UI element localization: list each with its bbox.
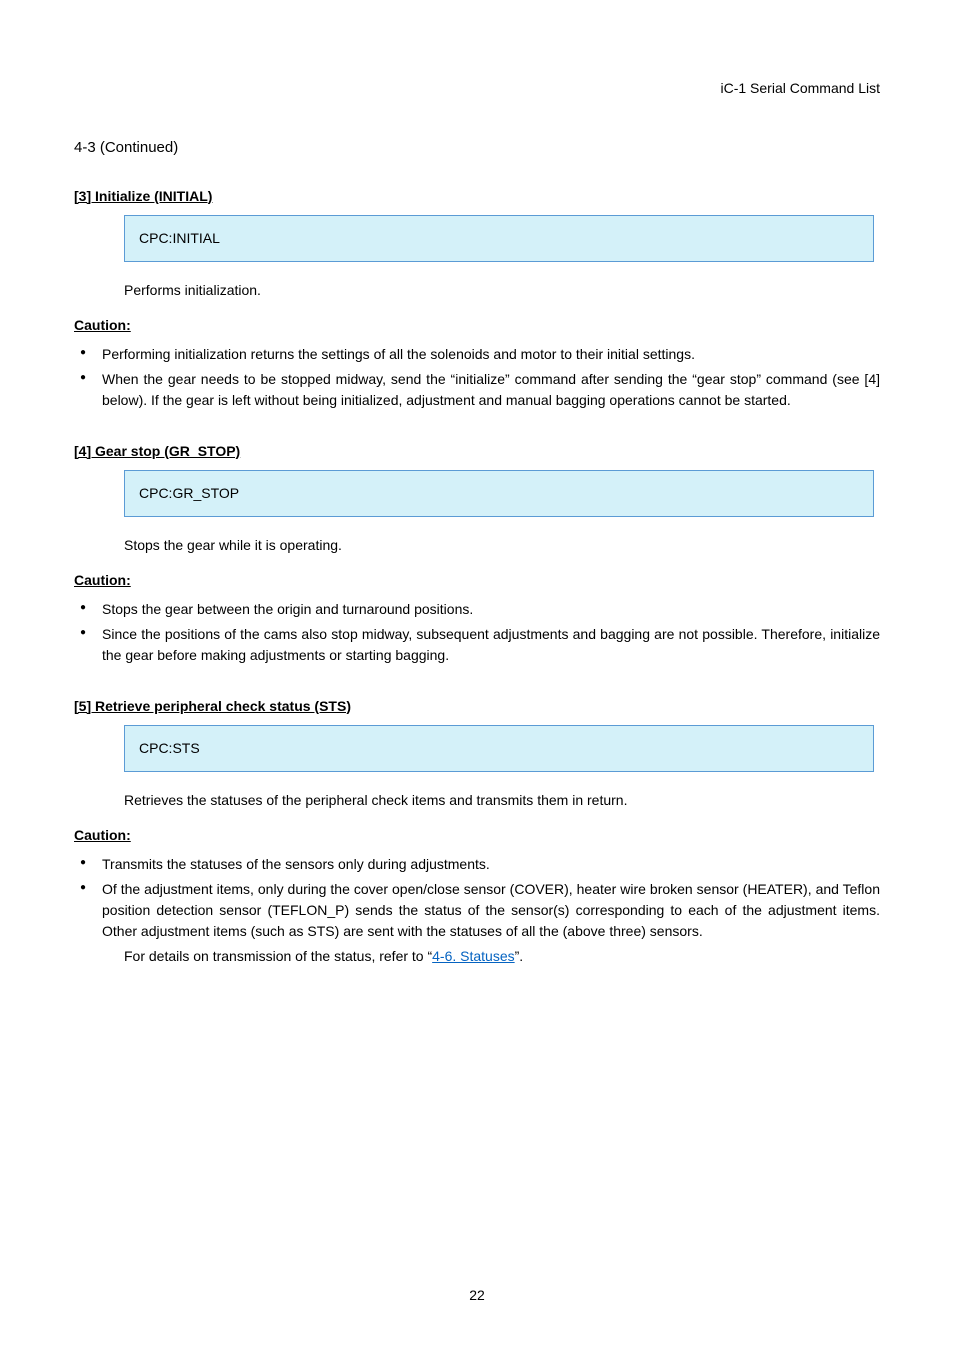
section-chain: 4-3 (Continued) <box>74 137 880 160</box>
command-block-initialize: [3] Initialize (INITIAL) CPC:INITIAL Per… <box>74 186 880 411</box>
command-description: Stops the gear while it is operating. <box>124 535 874 556</box>
caution-list: Performing initialization returns the se… <box>74 344 880 411</box>
list-item: Since the positions of the cams also sto… <box>74 624 880 666</box>
command-heading: [5] Retrieve peripheral check status (ST… <box>74 696 880 717</box>
page-number: 22 <box>0 1285 954 1306</box>
caution-list: Stops the gear between the origin and tu… <box>74 599 880 666</box>
list-item: Of the adjustment items, only during the… <box>74 879 880 942</box>
command-block-gear-stop: [4] Gear stop (GR_STOP) CPC:GR_STOP Stop… <box>74 441 880 666</box>
command-description: Performs initialization. <box>124 280 874 301</box>
status-link[interactable]: 4-6. Statuses <box>432 948 515 964</box>
command-syntax-box: CPC:INITIAL <box>124 215 874 262</box>
caution-heading: Caution: <box>74 315 880 336</box>
status-reference-line: For details on transmission of the statu… <box>124 946 880 967</box>
caution-list: Transmits the statuses of the sensors on… <box>74 854 880 942</box>
reference-prefix: For details on transmission of the statu… <box>124 948 432 964</box>
command-heading: [4] Gear stop (GR_STOP) <box>74 441 880 462</box>
list-item: Performing initialization returns the se… <box>74 344 880 365</box>
command-syntax-box: CPC:STS <box>124 725 874 772</box>
command-description: Retrieves the statuses of the peripheral… <box>124 790 874 811</box>
reference-suffix: ”. <box>515 948 524 964</box>
caution-heading: Caution: <box>74 570 880 591</box>
list-item: Transmits the statuses of the sensors on… <box>74 854 880 875</box>
doc-title: iC-1 Serial Command List <box>74 78 880 99</box>
caution-heading: Caution: <box>74 825 880 846</box>
command-syntax-box: CPC:GR_STOP <box>124 470 874 517</box>
command-heading: [3] Initialize (INITIAL) <box>74 186 880 207</box>
command-block-retrieve-status: [5] Retrieve peripheral check status (ST… <box>74 696 880 967</box>
list-item: When the gear needs to be stopped midway… <box>74 369 880 411</box>
list-item: Stops the gear between the origin and tu… <box>74 599 880 620</box>
